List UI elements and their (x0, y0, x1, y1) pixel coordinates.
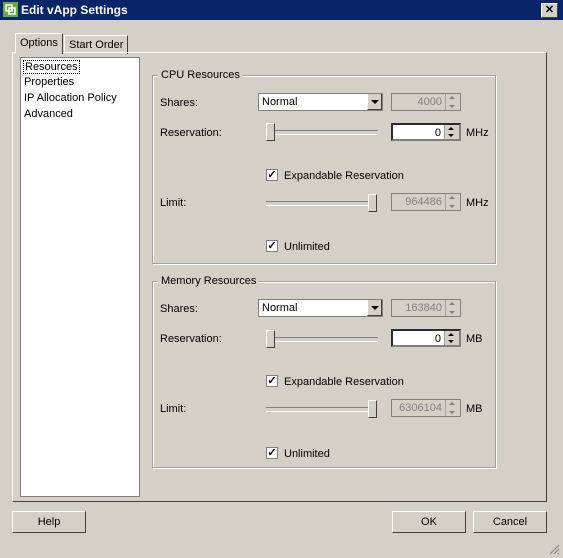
cpu-reservation-value: 0 (434, 127, 441, 139)
memory-reservation-label: Reservation: (160, 333, 222, 345)
ok-button[interactable]: OK (392, 511, 466, 533)
memory-limit-slider (368, 400, 377, 418)
cpu-resources-title: CPU Resources (158, 69, 243, 81)
chevron-down-icon[interactable] (367, 94, 382, 110)
memory-limit-unit: MB (466, 403, 483, 415)
settings-list: Resources Properties IP Allocation Polic… (20, 57, 140, 497)
cpu-reservation-unit: MHz (466, 127, 489, 139)
window-title: Edit vApp Settings (21, 3, 128, 17)
tab-options[interactable]: Options (15, 33, 63, 54)
memory-unlimited-checkbox[interactable]: ✓ (266, 447, 278, 459)
memory-expandable-checkbox[interactable]: ✓ (266, 375, 278, 387)
title-bar: Edit vApp Settings ✕ (0, 0, 563, 20)
memory-expandable-label: Expandable Reservation (284, 376, 404, 388)
cpu-reservation-track (268, 130, 378, 135)
cpu-reservation-input[interactable]: 0 (391, 123, 461, 141)
memory-limit-track (266, 407, 376, 412)
memory-reservation-value: 0 (434, 333, 441, 345)
spinner-arrows-icon[interactable] (444, 331, 459, 345)
cancel-button[interactable]: Cancel (473, 511, 547, 533)
spinner-arrows-icon[interactable] (444, 125, 459, 139)
vapp-icon (3, 2, 18, 17)
memory-shares-number: 163840 (391, 299, 461, 317)
cpu-limit-slider (368, 194, 377, 212)
close-button[interactable]: ✕ (541, 3, 558, 18)
cpu-limit-track (266, 201, 376, 206)
resize-grip-icon[interactable] (548, 543, 560, 555)
memory-limit-label: Limit: (160, 403, 187, 415)
memory-shares-select[interactable]: Normal (258, 299, 383, 317)
cpu-expandable-checkbox[interactable]: ✓ (266, 169, 278, 181)
list-item-advanced[interactable]: Advanced (24, 108, 73, 120)
memory-limit-input: 6306104 (391, 399, 461, 417)
cpu-shares-value: Normal (262, 96, 298, 108)
cpu-limit-unit: MHz (466, 197, 489, 209)
memory-shares-label: Shares: (160, 303, 198, 315)
memory-reservation-track (268, 337, 378, 342)
cpu-reservation-label: Reservation: (160, 127, 222, 139)
cpu-limit-value: 964486 (405, 196, 442, 208)
cpu-expandable-label: Expandable Reservation (284, 170, 404, 182)
cpu-shares-select[interactable]: Normal (258, 93, 383, 111)
spinner-arrows-icon (445, 300, 460, 316)
list-item-resources[interactable]: Resources (23, 60, 80, 74)
list-item-properties[interactable]: Properties (24, 76, 74, 88)
memory-shares-value: Normal (262, 302, 298, 314)
memory-resources-title: Memory Resources (158, 275, 260, 287)
cpu-shares-number-value: 4000 (417, 96, 442, 108)
chevron-down-icon[interactable] (367, 300, 382, 316)
help-button[interactable]: Help (12, 511, 86, 533)
cpu-unlimited-checkbox[interactable]: ✓ (266, 240, 278, 252)
cpu-reservation-slider[interactable] (266, 123, 275, 141)
memory-reservation-slider[interactable] (266, 330, 275, 348)
cpu-shares-number: 4000 (391, 93, 461, 111)
memory-reservation-unit: MB (466, 333, 483, 345)
memory-limit-value: 6306104 (399, 402, 442, 414)
memory-shares-number-value: 163840 (405, 302, 442, 314)
cpu-unlimited-label: Unlimited (284, 241, 330, 253)
memory-reservation-input[interactable]: 0 (391, 329, 461, 347)
cpu-shares-label: Shares: (160, 97, 198, 109)
spinner-arrows-icon (445, 94, 460, 110)
spinner-arrows-icon (445, 400, 460, 416)
cpu-limit-label: Limit: (160, 197, 187, 209)
memory-unlimited-label: Unlimited (284, 448, 330, 460)
spinner-arrows-icon (445, 194, 460, 210)
cpu-limit-input: 964486 (391, 193, 461, 211)
list-item-ip-allocation-policy[interactable]: IP Allocation Policy (24, 92, 117, 104)
